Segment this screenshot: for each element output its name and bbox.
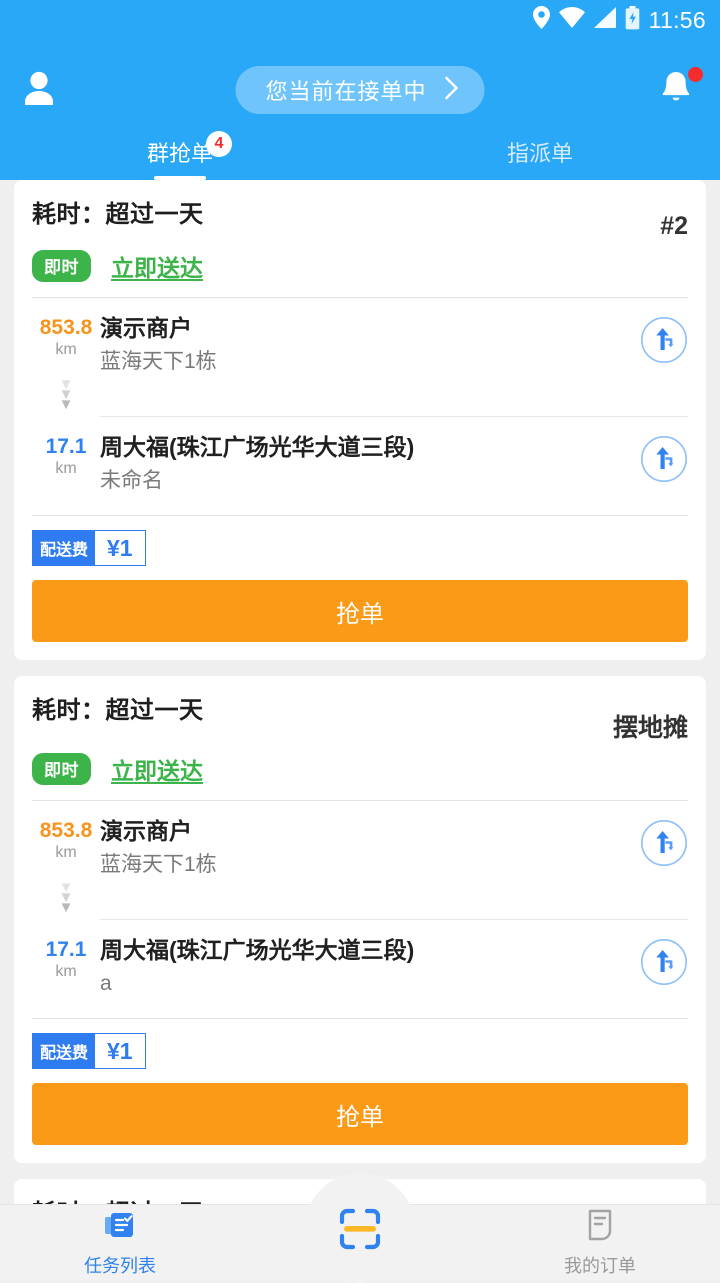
pickup-name: 演示商户 [100, 818, 192, 844]
pickup-navigate-button[interactable] [640, 819, 688, 867]
dropoff-distance-unit: km [55, 460, 77, 477]
order-card-header: 耗时：超过一天 摆地摊 [32, 676, 688, 744]
pickup-distance-value: 853.8 [39, 819, 93, 842]
pickup-address-row: 853.8 km 演示商户 蓝海天下1栋 [32, 298, 688, 380]
instant-badge: 即时 [32, 250, 91, 282]
dropoff-name: 周大福(珠江广场光华大道三段) [100, 937, 415, 963]
order-delivery-type-row: 即时 立即送达 [32, 241, 688, 297]
dropoff-address-text: 周大福(珠江广场光华大道三段) 未命名 [100, 431, 640, 499]
notification-dot-badge [688, 67, 703, 82]
delivery-fee-badge: 配送费 ¥1 [32, 1033, 146, 1069]
order-delivery-type-row: 即时 立即送达 [32, 744, 688, 800]
wifi-icon [558, 7, 585, 33]
pickup-distance-unit: km [55, 844, 77, 861]
dropoff-detail: a [100, 972, 112, 995]
pickup-name: 演示商户 [100, 315, 192, 341]
dropoff-distance-value: 17.1 [45, 435, 87, 458]
status-bar: 11:56 [0, 0, 720, 40]
status-bar-time: 11:56 [648, 6, 706, 33]
dropoff-address-text: 周大福(珠江广场光华大道三段) a [100, 934, 640, 1002]
delivery-fee-badge: 配送费 ¥1 [32, 530, 146, 566]
deliver-now-label[interactable]: 立即送达 [111, 752, 203, 786]
delivery-fee-row: 配送费 ¥1 [32, 516, 688, 566]
order-card-header: 耗时：超过一天 #2 [32, 180, 688, 241]
bottom-nav-label: 我的订单 [564, 1255, 636, 1276]
pickup-distance: 853.8 km [32, 815, 100, 883]
delivery-fee-row: 配送费 ¥1 [32, 1019, 688, 1069]
order-tag: 摆地摊 [612, 714, 688, 742]
tab-label: 群抢单 [146, 141, 213, 166]
deliver-now-label[interactable]: 立即送达 [111, 249, 203, 283]
dropoff-name: 周大福(珠江广场光华大道三段) [100, 434, 415, 460]
app-header: 您当前在接单中 [0, 40, 720, 140]
pickup-detail: 蓝海天下1栋 [100, 853, 217, 876]
cell-signal-icon [593, 7, 616, 33]
bottom-nav-task-list[interactable]: 任务列表 [0, 1205, 240, 1280]
pickup-address-text: 演示商户 蓝海天下1栋 [100, 815, 640, 883]
dropoff-navigate-button[interactable] [640, 938, 688, 986]
pickup-detail: 蓝海天下1栋 [100, 350, 217, 373]
navigate-arrow-icon [640, 938, 688, 986]
pickup-distance-unit: km [55, 341, 77, 358]
accepting-orders-label: 您当前在接单中 [265, 79, 427, 104]
accepting-orders-status-button[interactable]: 您当前在接单中 [235, 66, 485, 114]
tab-label: 指派单 [506, 141, 573, 166]
my-orders-icon [584, 1208, 616, 1247]
dropoff-address-row: 17.1 km 周大福(珠江广场光华大道三段) 未命名 [32, 417, 688, 499]
dropoff-address-row: 17.1 km 周大福(珠江广场光华大道三段) a [32, 920, 688, 1002]
pickup-distance-value: 853.8 [39, 316, 93, 339]
order-card[interactable]: 耗时：超过一天 摆地摊 即时 立即送达 853.8 km 演示商户 蓝海天下1栋 [14, 676, 706, 1163]
tab-group-grab-orders[interactable]: 群抢单 4 [0, 131, 360, 180]
dropoff-distance-unit: km [55, 963, 77, 980]
delivery-fee-value: ¥1 [95, 531, 145, 565]
dropoff-detail: 未命名 [100, 469, 163, 492]
navigate-arrow-icon [640, 819, 688, 867]
route-chevrons: ▼ ▼ ▼ [32, 377, 100, 416]
notifications-button[interactable] [656, 67, 703, 113]
grab-order-button[interactable]: 抢单 [32, 1083, 688, 1145]
instant-badge: 即时 [32, 753, 91, 785]
battery-charging-icon [625, 5, 640, 35]
delivery-fee-value: ¥1 [95, 1034, 145, 1068]
navigate-arrow-icon [640, 316, 688, 364]
location-pin-icon [532, 6, 550, 34]
dropoff-distance: 17.1 km [32, 934, 100, 1002]
pickup-distance: 853.8 km [32, 312, 100, 380]
chevron-down-icon: ▼ [58, 899, 74, 916]
delivery-fee-label: 配送费 [33, 531, 96, 565]
order-elapsed-time: 耗时：超过一天 [32, 201, 204, 228]
bell-icon [656, 72, 696, 113]
tab-badge-count: 4 [206, 131, 232, 157]
delivery-fee-label: 配送费 [33, 1034, 96, 1068]
order-tag: #2 [660, 212, 688, 240]
scan-qr-icon[interactable] [332, 1201, 388, 1257]
bottom-nav-label: 任务列表 [84, 1255, 156, 1276]
order-type-tabs: 群抢单 4 指派单 [0, 131, 720, 180]
bottom-nav-scan[interactable] [240, 1173, 480, 1283]
route-chevrons: ▼ ▼ ▼ [32, 880, 100, 919]
order-list[interactable]: 耗时：超过一天 #2 即时 立即送达 853.8 km 演示商户 蓝海天下1栋 [0, 180, 720, 1280]
grab-order-button[interactable]: 抢单 [32, 580, 688, 642]
bottom-navigation-bar: 任务列表 我的订单 [0, 1173, 720, 1283]
user-avatar-icon [18, 67, 60, 114]
order-card[interactable]: 耗时：超过一天 #2 即时 立即送达 853.8 km 演示商户 蓝海天下1栋 [14, 180, 706, 660]
pickup-address-text: 演示商户 蓝海天下1栋 [100, 312, 640, 380]
user-avatar-button[interactable] [18, 64, 70, 116]
task-list-icon [103, 1208, 137, 1247]
chevron-right-icon [445, 76, 459, 105]
navigate-arrow-icon [640, 435, 688, 483]
pickup-address-row: 853.8 km 演示商户 蓝海天下1栋 [32, 801, 688, 883]
chevron-down-icon: ▼ [58, 396, 74, 413]
dropoff-distance: 17.1 km [32, 431, 100, 499]
bottom-nav-my-orders[interactable]: 我的订单 [480, 1205, 720, 1280]
pickup-navigate-button[interactable] [640, 316, 688, 364]
tab-assigned-orders[interactable]: 指派单 [360, 140, 720, 180]
dropoff-navigate-button[interactable] [640, 435, 688, 483]
dropoff-distance-value: 17.1 [45, 938, 87, 961]
order-elapsed-time: 耗时：超过一天 [32, 697, 204, 724]
